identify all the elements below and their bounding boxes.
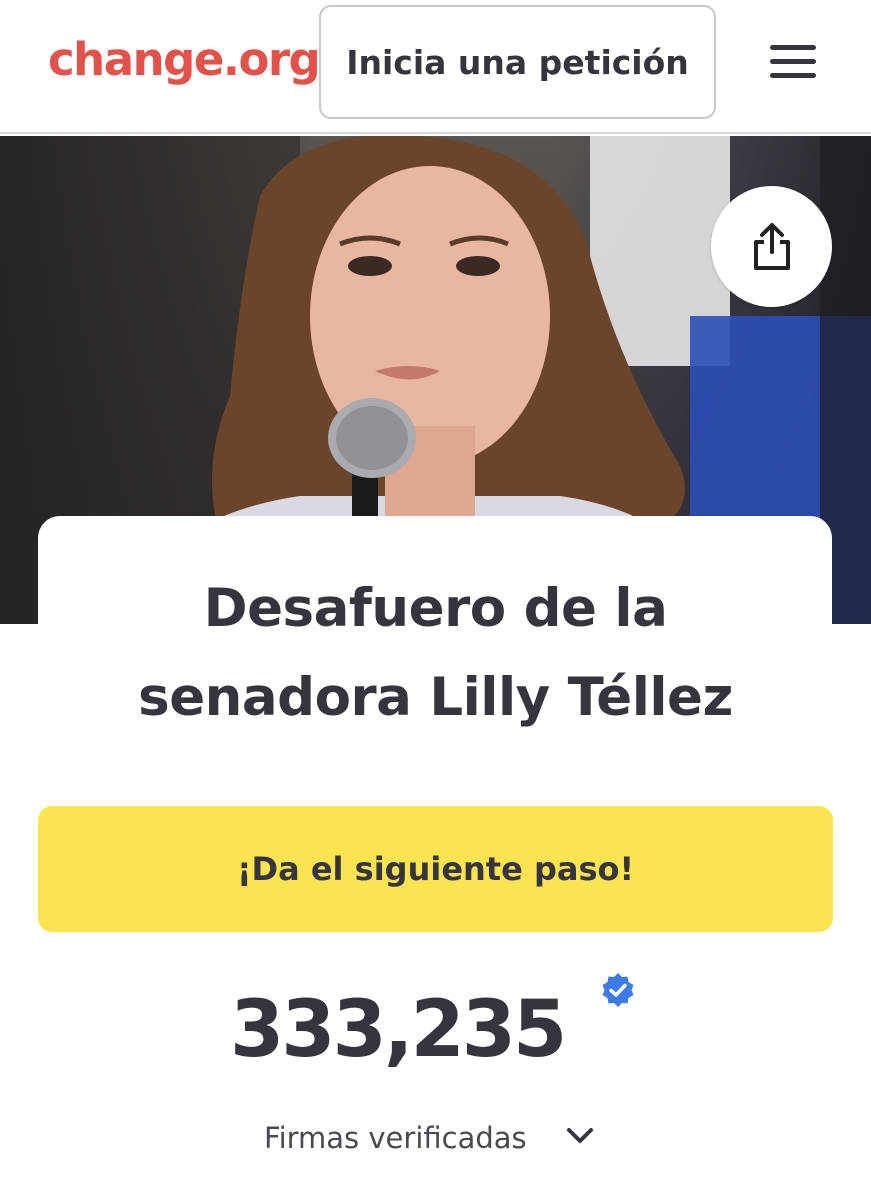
petition-title-line-2: senadora Lilly Téllez: [138, 667, 733, 728]
verified-signatures-label[interactable]: Firmas verificadas: [264, 1118, 527, 1158]
share-icon: [753, 222, 790, 270]
petition-title: Desafuero de la senadora Lilly Téllez: [0, 576, 871, 730]
verified-badge-icon: [602, 973, 634, 1007]
signature-count: 333,235: [230, 985, 567, 1075]
share-button[interactable]: [711, 186, 832, 307]
chevron-down-icon[interactable]: [566, 1126, 594, 1146]
petition-title-line-1: Desafuero de la: [203, 578, 668, 639]
hamburger-menu-icon[interactable]: [770, 45, 816, 79]
next-step-button[interactable]: ¡Da el siguiente paso!: [38, 806, 833, 932]
start-petition-button[interactable]: Inicia una petición: [319, 5, 716, 119]
change-org-logo[interactable]: change.org: [48, 32, 321, 88]
top-header: change.org Inicia una petición: [0, 0, 871, 134]
